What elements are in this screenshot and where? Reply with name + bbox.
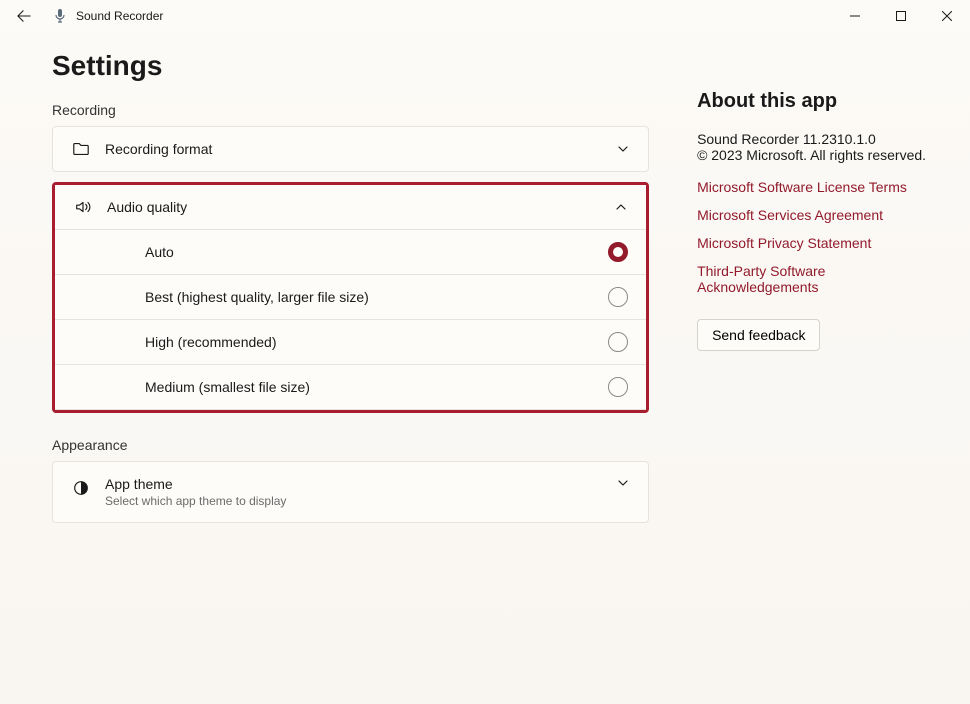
link-third-party[interactable]: Third-Party Software Acknowledgements [697, 263, 934, 295]
radio-selected-icon [608, 242, 628, 262]
theme-icon [71, 478, 91, 498]
radio-unselected-icon [608, 287, 628, 307]
maximize-icon [896, 11, 906, 21]
window-controls [832, 0, 970, 32]
microphone-icon [52, 8, 68, 24]
app-theme-label: App theme [105, 476, 616, 492]
quality-option-high[interactable]: High (recommended) [55, 319, 646, 364]
quality-option-medium[interactable]: Medium (smallest file size) [55, 364, 646, 409]
quality-option-auto[interactable]: Auto [55, 229, 646, 274]
app-title: Sound Recorder [76, 9, 163, 23]
app-icon [52, 8, 68, 24]
back-button[interactable] [8, 0, 40, 32]
app-theme-expander[interactable]: App theme Select which app theme to disp… [52, 461, 649, 523]
arrow-left-icon [17, 9, 31, 23]
link-license-terms[interactable]: Microsoft Software License Terms [697, 179, 934, 195]
audio-quality-label: Audio quality [107, 199, 614, 215]
appearance-section-header: Appearance [52, 437, 649, 453]
radio-unselected-icon [608, 377, 628, 397]
about-version: Sound Recorder 11.2310.1.0 [697, 131, 934, 147]
recording-format-label: Recording format [105, 141, 616, 157]
titlebar: Sound Recorder [0, 0, 970, 32]
app-theme-sub: Select which app theme to display [105, 494, 616, 508]
recording-section-header: Recording [52, 102, 649, 118]
folder-icon [71, 139, 91, 159]
page-title: Settings [52, 50, 649, 82]
chevron-up-icon [614, 200, 628, 214]
recording-format-expander[interactable]: Recording format [52, 126, 649, 172]
sound-icon [73, 197, 93, 217]
audio-quality-group: Audio quality Auto Best (highest quality… [52, 182, 649, 413]
quality-options-list: Auto Best (highest quality, larger file … [55, 229, 646, 409]
maximize-button[interactable] [878, 0, 924, 32]
close-icon [942, 11, 952, 21]
minimize-icon [850, 11, 860, 21]
about-header: About this app [697, 90, 934, 113]
link-privacy-statement[interactable]: Microsoft Privacy Statement [697, 235, 934, 251]
link-services-agreement[interactable]: Microsoft Services Agreement [697, 207, 934, 223]
audio-quality-expander[interactable]: Audio quality Auto Best (highest quality… [55, 185, 646, 410]
about-panel: About this app Sound Recorder 11.2310.1.… [697, 50, 934, 533]
close-button[interactable] [924, 0, 970, 32]
send-feedback-button[interactable]: Send feedback [697, 319, 820, 351]
minimize-button[interactable] [832, 0, 878, 32]
about-copyright: © 2023 Microsoft. All rights reserved. [697, 147, 934, 163]
chevron-down-icon [616, 142, 630, 156]
chevron-down-icon [616, 476, 630, 490]
radio-unselected-icon [608, 332, 628, 352]
quality-option-best[interactable]: Best (highest quality, larger file size) [55, 274, 646, 319]
